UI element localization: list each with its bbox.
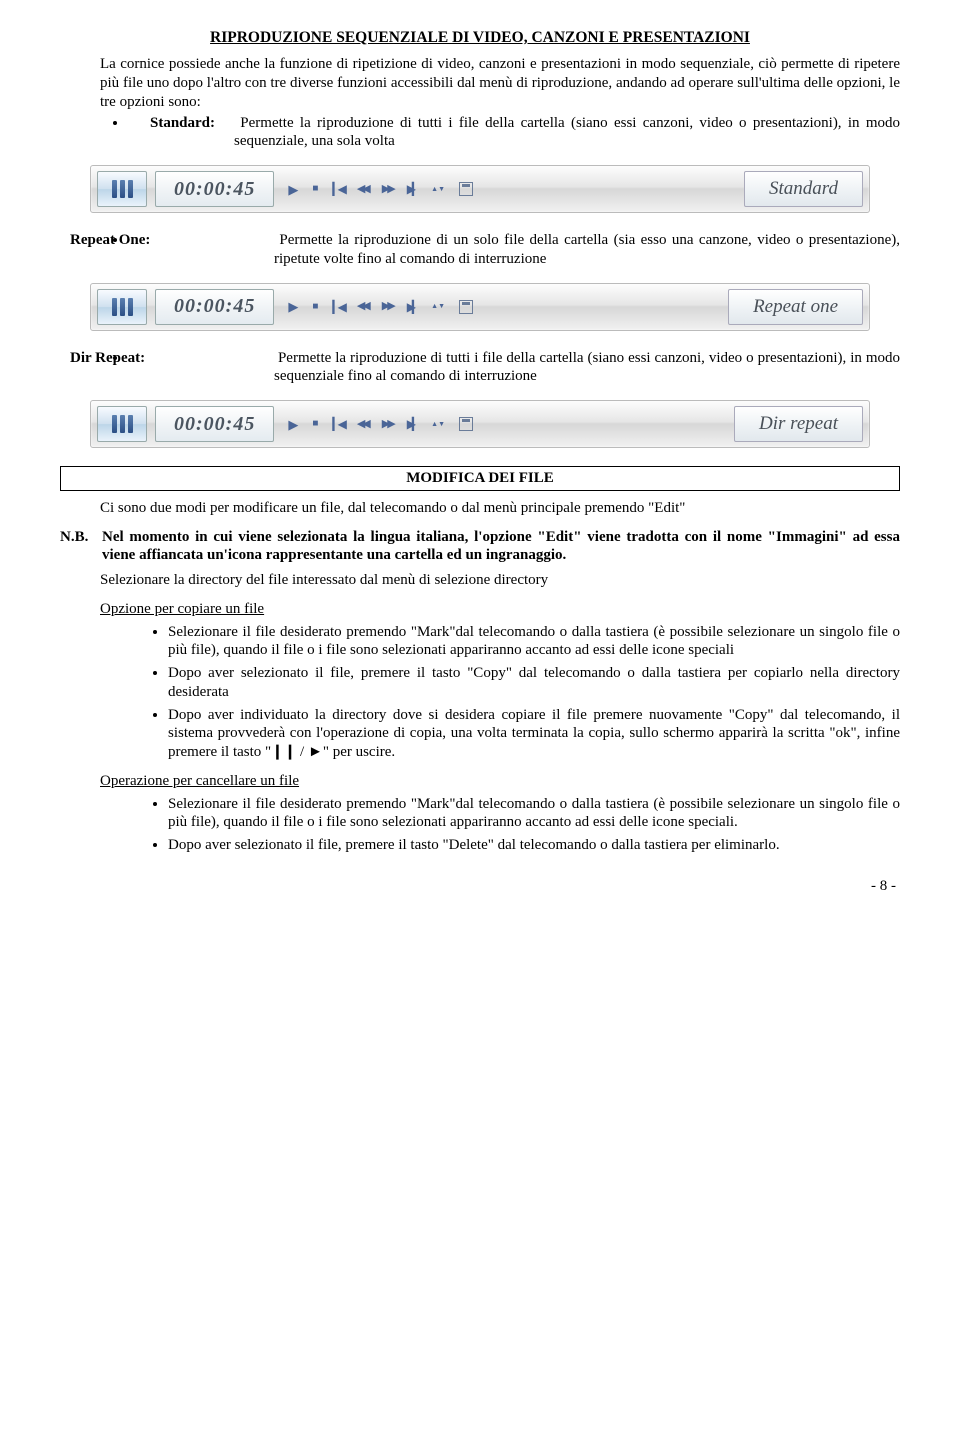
player-bar-repeat-one: 00:00:45 ▶ ■ ▎◀ ◀◀ ▶▶ ▶▎ ▲▼ Repeat one	[90, 283, 870, 331]
play-icon[interactable]: ▶	[288, 418, 298, 431]
forward-icon[interactable]: ▶▶	[382, 419, 393, 430]
nb-label: N.B.	[60, 528, 92, 566]
copy-step-1: Selezionare il file desiderato premendo …	[168, 623, 900, 661]
delete-steps: Selezionare il file desiderato premendo …	[60, 795, 900, 855]
time-display: 00:00:45	[155, 406, 274, 442]
equalizer-icon	[97, 289, 147, 325]
mode-button-repeat-one[interactable]: Repeat one	[728, 289, 863, 325]
forward-icon[interactable]: ▶▶	[382, 301, 393, 312]
copy-steps: Selezionare il file desiderato premendo …	[60, 623, 900, 762]
updown-icon[interactable]: ▲▼	[431, 186, 445, 193]
player-bar-standard: 00:00:45 ▶ ■ ▎◀ ◀◀ ▶▶ ▶▎ ▲▼ Standard	[90, 165, 870, 213]
copy-step-2: Dopo aver selezionato il file, premere i…	[168, 664, 900, 702]
updown-icon[interactable]: ▲▼	[431, 421, 445, 428]
option-dir-repeat: Dir Repeat: Permette la riproduzione di …	[128, 349, 900, 387]
option-standard: Standard: Permette la riproduzione di tu…	[128, 114, 900, 152]
rewind-icon[interactable]: ◀◀	[357, 301, 368, 312]
player-controls: ▶ ■ ▎◀ ◀◀ ▶▶ ▶▎ ▲▼	[282, 182, 473, 196]
play-icon[interactable]: ▶	[288, 183, 298, 196]
select-directory: Selezionare la directory del file intere…	[100, 571, 900, 590]
play-icon[interactable]: ▶	[288, 300, 298, 313]
player-controls: ▶ ■ ▎◀ ◀◀ ▶▶ ▶▎ ▲▼	[282, 300, 473, 314]
delete-heading: Operazione per cancellare un file	[100, 772, 900, 791]
list-icon[interactable]	[459, 417, 473, 431]
copy-step-3: Dopo aver individuato la directory dove …	[168, 706, 900, 762]
list-icon[interactable]	[459, 182, 473, 196]
edit-intro: Ci sono due modi per modificare un file,…	[100, 499, 900, 518]
section-title-1: RIPRODUZIONE SEQUENZIALE DI VIDEO, CANZO…	[60, 28, 900, 47]
term-repeat-one: Repeat One:	[172, 231, 274, 250]
mode-button-standard[interactable]: Standard	[744, 171, 863, 207]
stop-icon[interactable]: ■	[312, 184, 318, 194]
desc-repeat-one: Permette la riproduzione di un solo file…	[274, 232, 900, 267]
next-icon[interactable]: ▶▎	[407, 183, 417, 195]
rewind-icon[interactable]: ◀◀	[357, 419, 368, 430]
term-standard: Standard:	[192, 114, 234, 133]
stop-icon[interactable]: ■	[312, 419, 318, 429]
term-dir-repeat: Dir Repeat:	[172, 349, 274, 368]
next-icon[interactable]: ▶▎	[407, 301, 417, 313]
mode-button-dir-repeat[interactable]: Dir repeat	[734, 406, 863, 442]
player-bar-dir-repeat: 00:00:45 ▶ ■ ▎◀ ◀◀ ▶▶ ▶▎ ▲▼ Dir repeat	[90, 400, 870, 448]
list-icon[interactable]	[459, 300, 473, 314]
desc-standard: Permette la riproduzione di tutti i file…	[234, 115, 900, 150]
section-title-2: MODIFICA DEI FILE	[60, 466, 900, 491]
copy-heading: Opzione per copiare un file	[100, 600, 900, 619]
time-display: 00:00:45	[155, 289, 274, 325]
prev-icon[interactable]: ▎◀	[332, 301, 342, 313]
nb-text: Nel momento in cui viene selezionata la …	[102, 528, 900, 566]
next-icon[interactable]: ▶▎	[407, 418, 417, 430]
updown-icon[interactable]: ▲▼	[431, 303, 445, 310]
delete-step-1: Selezionare il file desiderato premendo …	[168, 795, 900, 833]
forward-icon[interactable]: ▶▶	[382, 184, 393, 195]
equalizer-icon	[97, 171, 147, 207]
prev-icon[interactable]: ▎◀	[332, 418, 342, 430]
desc-dir-repeat: Permette la riproduzione di tutti i file…	[274, 350, 900, 385]
stop-icon[interactable]: ■	[312, 302, 318, 312]
player-controls: ▶ ■ ▎◀ ◀◀ ▶▶ ▶▎ ▲▼	[282, 417, 473, 431]
rewind-icon[interactable]: ◀◀	[357, 184, 368, 195]
prev-icon[interactable]: ▎◀	[332, 183, 342, 195]
option-repeat-one: Repeat One: Permette la riproduzione di …	[128, 231, 900, 269]
time-display: 00:00:45	[155, 171, 274, 207]
equalizer-icon	[97, 406, 147, 442]
delete-step-2: Dopo aver selezionato il file, premere i…	[168, 836, 900, 855]
page-number: - 8 -	[60, 877, 900, 896]
intro-paragraph: La cornice possiede anche la funzione di…	[100, 55, 900, 111]
